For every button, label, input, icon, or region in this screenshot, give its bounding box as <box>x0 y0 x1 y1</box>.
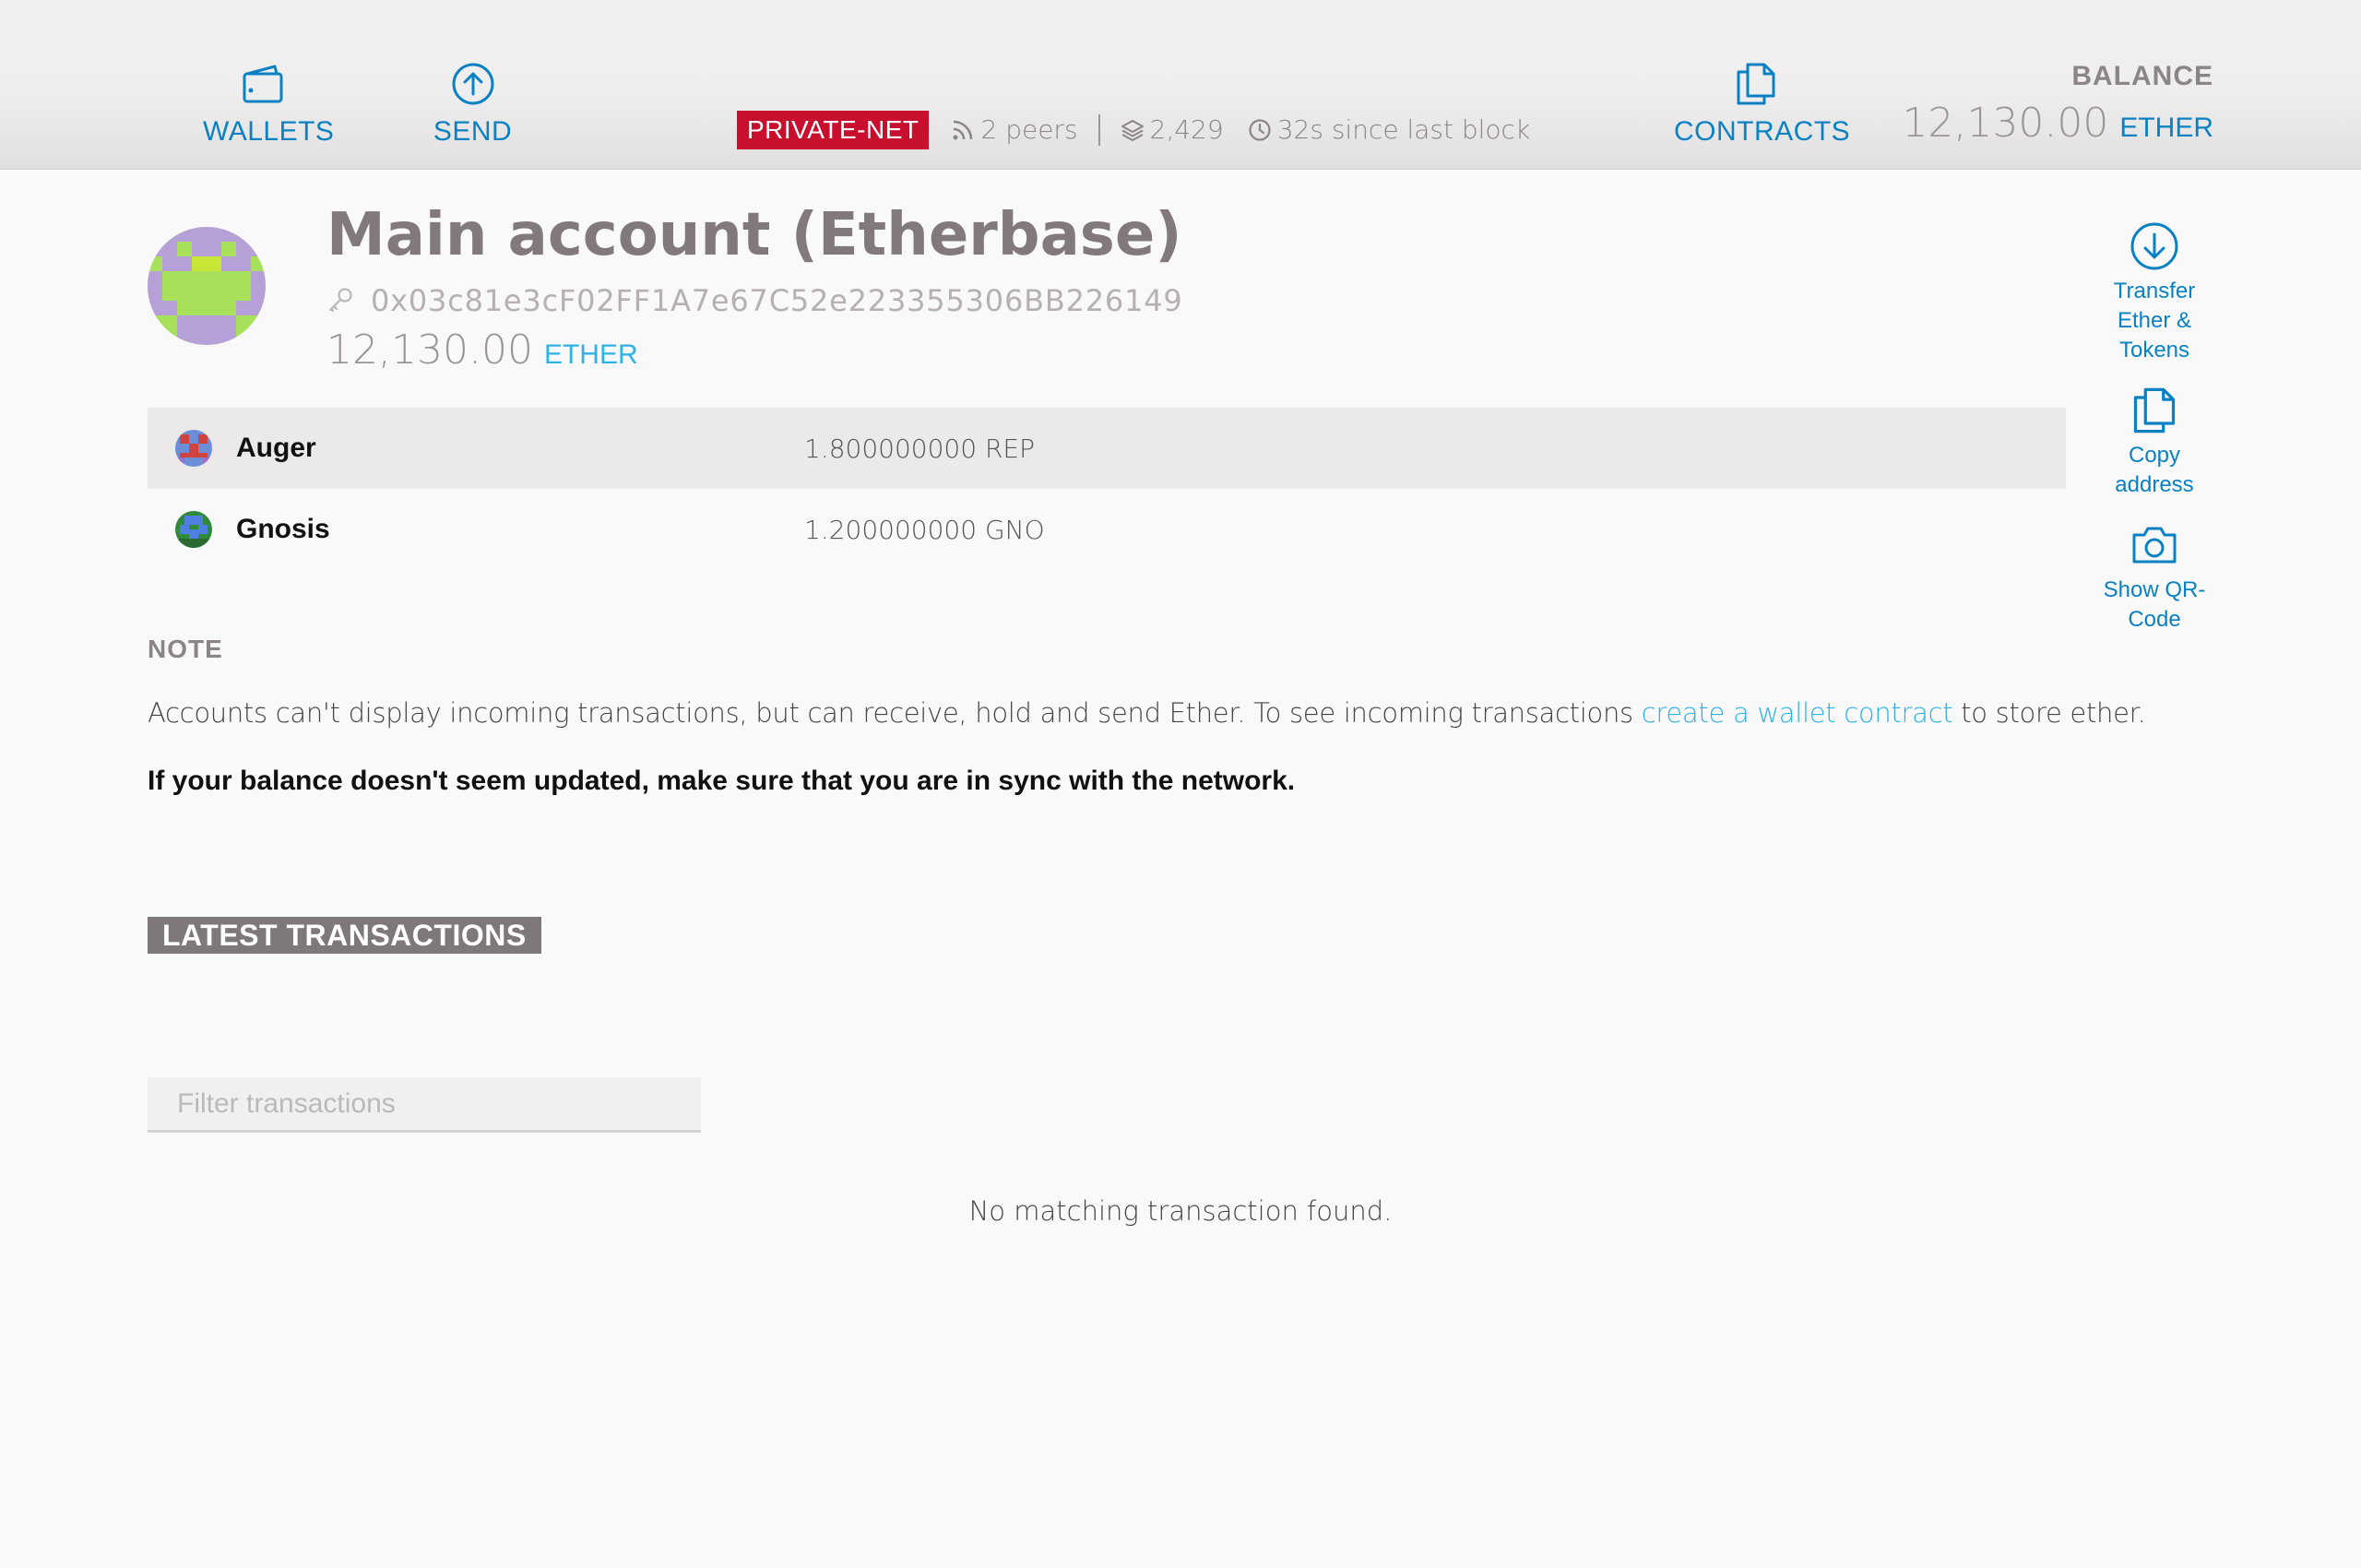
balance-unit: ETHER <box>2119 113 2213 143</box>
show-qr-label: Show QR-Code <box>2103 577 2206 632</box>
block-number: 2,429 <box>1149 114 1224 145</box>
nav-contracts[interactable]: CONTRACTS <box>1674 61 1850 148</box>
last-block-time: 32s since last block <box>1276 114 1531 145</box>
key-icon <box>328 288 352 313</box>
token-list: Auger 1.800000000 REP Gnosis 1.200000000… <box>148 408 2066 570</box>
account-balance-unit: ETHER <box>543 339 638 370</box>
wallet-icon <box>243 65 283 103</box>
token-row-auger[interactable]: Auger 1.800000000 REP <box>148 408 2066 489</box>
account-actions: Transfer Ether & Tokens Copy address Sho… <box>2094 221 2215 655</box>
last-block-stat: 32s since last block <box>1248 114 1530 145</box>
nav-wallets[interactable]: WALLETS <box>203 61 334 148</box>
account-balance: 12,130.00 ETHER <box>326 327 638 374</box>
peers-count: 2 peers <box>980 114 1078 145</box>
rss-icon <box>953 120 973 139</box>
empty-transactions-message: No matching transaction found. <box>968 1195 1393 1227</box>
peers-stat: 2 peers <box>951 114 1078 145</box>
top-header: WALLETS SEND PRIVATE-NET 2 peers 2,429 3… <box>0 0 2361 170</box>
account-identicon <box>148 227 266 345</box>
arrow-up-circle-icon <box>452 63 493 105</box>
latest-transactions-heading: LATEST TRANSACTIONS <box>148 917 541 954</box>
account-balance-amount: 12,130.00 <box>326 327 533 374</box>
clock-icon <box>1249 118 1271 141</box>
documents-icon <box>1737 63 1775 105</box>
token-value: 1.200000000 GNO <box>804 514 1045 545</box>
block-stat: 2,429 <box>1121 114 1224 145</box>
balance-amount: 12,130.00 <box>1902 100 2109 147</box>
note-text: Accounts can't display incoming transact… <box>148 697 2146 729</box>
token-name: Auger <box>236 433 316 463</box>
nav-send-label: SEND <box>433 116 513 147</box>
note-text-after: to store ether. <box>1952 697 2146 729</box>
sync-warning: If your balance doesn't seem updated, ma… <box>148 766 1296 796</box>
layers-icon <box>1121 119 1144 141</box>
token-name: Gnosis <box>236 514 330 544</box>
note-text-before: Accounts can't display incoming transact… <box>148 697 1642 729</box>
nav-send[interactable]: SEND <box>424 61 521 148</box>
copy-icon <box>2133 387 2176 434</box>
create-wallet-contract-link[interactable]: create a wallet contract <box>1642 697 1953 729</box>
transfer-button[interactable]: Transfer Ether & Tokens <box>2094 221 2215 365</box>
camera-icon <box>2132 527 2177 564</box>
network-badge: PRIVATE-NET <box>737 110 930 149</box>
filter-transactions-input[interactable] <box>148 1077 701 1133</box>
show-qr-button[interactable]: Show QR-Code <box>2094 520 2215 635</box>
status-divider <box>1097 113 1100 146</box>
nav-wallets-label: WALLETS <box>203 116 335 147</box>
balance-title: BALANCE <box>2071 61 2213 91</box>
gnosis-token-icon <box>175 511 212 548</box>
token-value: 1.800000000 REP <box>804 433 1035 464</box>
token-row-gnosis[interactable]: Gnosis 1.200000000 GNO <box>148 489 2066 570</box>
arrow-down-circle-icon <box>2130 222 2178 270</box>
copy-address-label: Copy address <box>2115 443 2194 497</box>
account-address[interactable]: 0x03c81e3cF02FF1A7e67C52e223355306BB2261… <box>326 283 1183 318</box>
nav-contracts-label: CONTRACTS <box>1674 116 1851 147</box>
network-status: PRIVATE-NET 2 peers 2,429 32s since last… <box>737 109 1530 150</box>
account-title: Main account (Etherbase) <box>326 201 1182 269</box>
total-balance: BALANCE 12,130.00 ETHER <box>1902 61 2213 147</box>
account-address-text: 0x03c81e3cF02FF1A7e67C52e223355306BB2261… <box>371 283 1183 318</box>
copy-address-button[interactable]: Copy address <box>2094 386 2215 500</box>
auger-token-icon <box>175 430 212 467</box>
transfer-label: Transfer Ether & Tokens <box>2113 279 2196 362</box>
note-title: NOTE <box>148 635 223 663</box>
